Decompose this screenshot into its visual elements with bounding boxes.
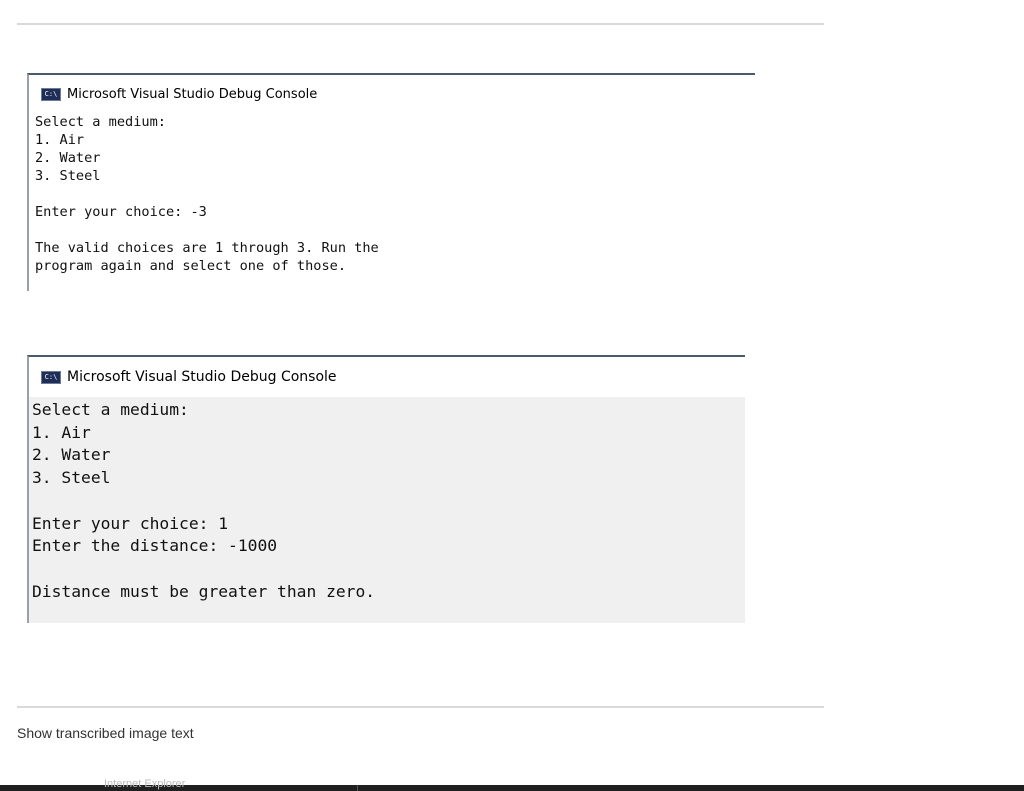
console-line: 3. Steel [32,468,111,488]
console-line: 2. Water [32,445,111,465]
console-line: 1. Air [32,422,91,442]
console-title-bar: C:\ Microsoft Visual Studio Debug Consol… [41,83,317,105]
console-output: Select a medium: 1. Air 2. Water 3. Stee… [35,113,379,275]
console-line: The valid choices are 1 through 3. Run t… [35,240,379,256]
taskbar: Internet Explorer [0,779,1024,791]
taskbar-separator [357,785,358,791]
console-app-icon: C:\ [41,370,61,384]
bottom-divider [17,706,824,708]
console-title-bar: C:\ Microsoft Visual Studio Debug Consol… [41,366,337,388]
console-output: Select a medium: 1. Air 2. Water 3. Stee… [32,399,375,603]
console-line: Select a medium: [32,400,189,419]
taskbar-item-label[interactable]: Internet Explorer [104,779,185,790]
console-line: Distance must be greater than zero. [32,581,376,601]
show-transcribed-text-link[interactable]: Show transcribed image text [17,725,194,741]
console-line: Select a medium: [35,114,166,130]
console-title: Microsoft Visual Studio Debug Console [67,369,337,385]
debug-console-window-2: C:\ Microsoft Visual Studio Debug Consol… [27,355,745,623]
console-content-area: Select a medium: 1. Air 2. Water 3. Stee… [29,397,745,623]
console-line: Enter the distance: -1000 [32,536,278,556]
console-line: Enter your choice: -3 [35,204,207,220]
console-line: 3. Steel [35,168,101,184]
console-line: 2. Water [35,150,101,166]
top-divider [17,23,824,25]
console-app-icon: C:\ [41,87,61,101]
console-line: program again and select one of those. [35,258,346,274]
console-line: 1. Air [35,132,85,148]
debug-console-window-1: C:\ Microsoft Visual Studio Debug Consol… [27,73,755,291]
console-title: Microsoft Visual Studio Debug Console [67,86,318,102]
console-line: Enter your choice: 1 [32,513,229,533]
